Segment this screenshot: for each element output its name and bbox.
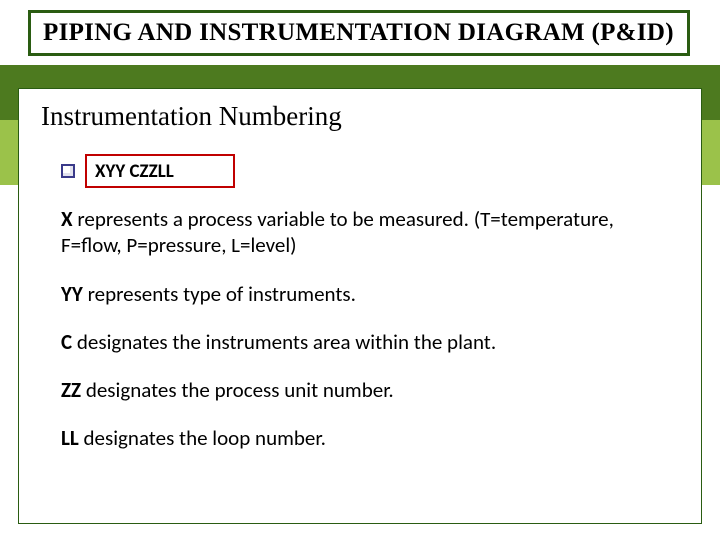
- definition-line-c: C designates the instruments area within…: [61, 329, 679, 355]
- definition-line-zz: ZZ designates the process unit number.: [61, 377, 679, 403]
- content-box: Instrumentation Numbering XYY CZZLL X re…: [18, 88, 702, 524]
- section-title: Instrumentation Numbering: [41, 101, 679, 132]
- code-format-row: XYY CZZLL: [61, 154, 679, 188]
- square-bullet-icon: [61, 164, 75, 178]
- definition-line-x: X represents a process variable to be me…: [61, 206, 679, 259]
- term-yy: YY: [61, 281, 83, 307]
- definition-line-ll: LL designates the loop number.: [61, 425, 679, 451]
- slide-title: PIPING AND INSTRUMENTATION DIAGRAM (P&ID…: [43, 19, 675, 47]
- term-zz: ZZ: [61, 377, 81, 403]
- definition-line-yy: YY represents type of instruments.: [61, 281, 679, 307]
- term-x: X: [61, 206, 73, 232]
- code-format-box: XYY CZZLL: [85, 154, 235, 188]
- text-zz: designates the process unit number.: [81, 377, 394, 403]
- title-box: PIPING AND INSTRUMENTATION DIAGRAM (P&ID…: [28, 10, 690, 56]
- text-c: designates the instruments area within t…: [72, 329, 496, 355]
- text-x: represents a process variable to be meas…: [61, 206, 614, 258]
- text-yy: represents type of instruments.: [83, 281, 356, 307]
- term-c: C: [61, 329, 72, 355]
- term-ll: LL: [61, 425, 79, 451]
- code-format-text: XYY CZZLL: [95, 160, 174, 183]
- text-ll: designates the loop number.: [79, 425, 326, 451]
- slide: PIPING AND INSTRUMENTATION DIAGRAM (P&ID…: [0, 0, 720, 540]
